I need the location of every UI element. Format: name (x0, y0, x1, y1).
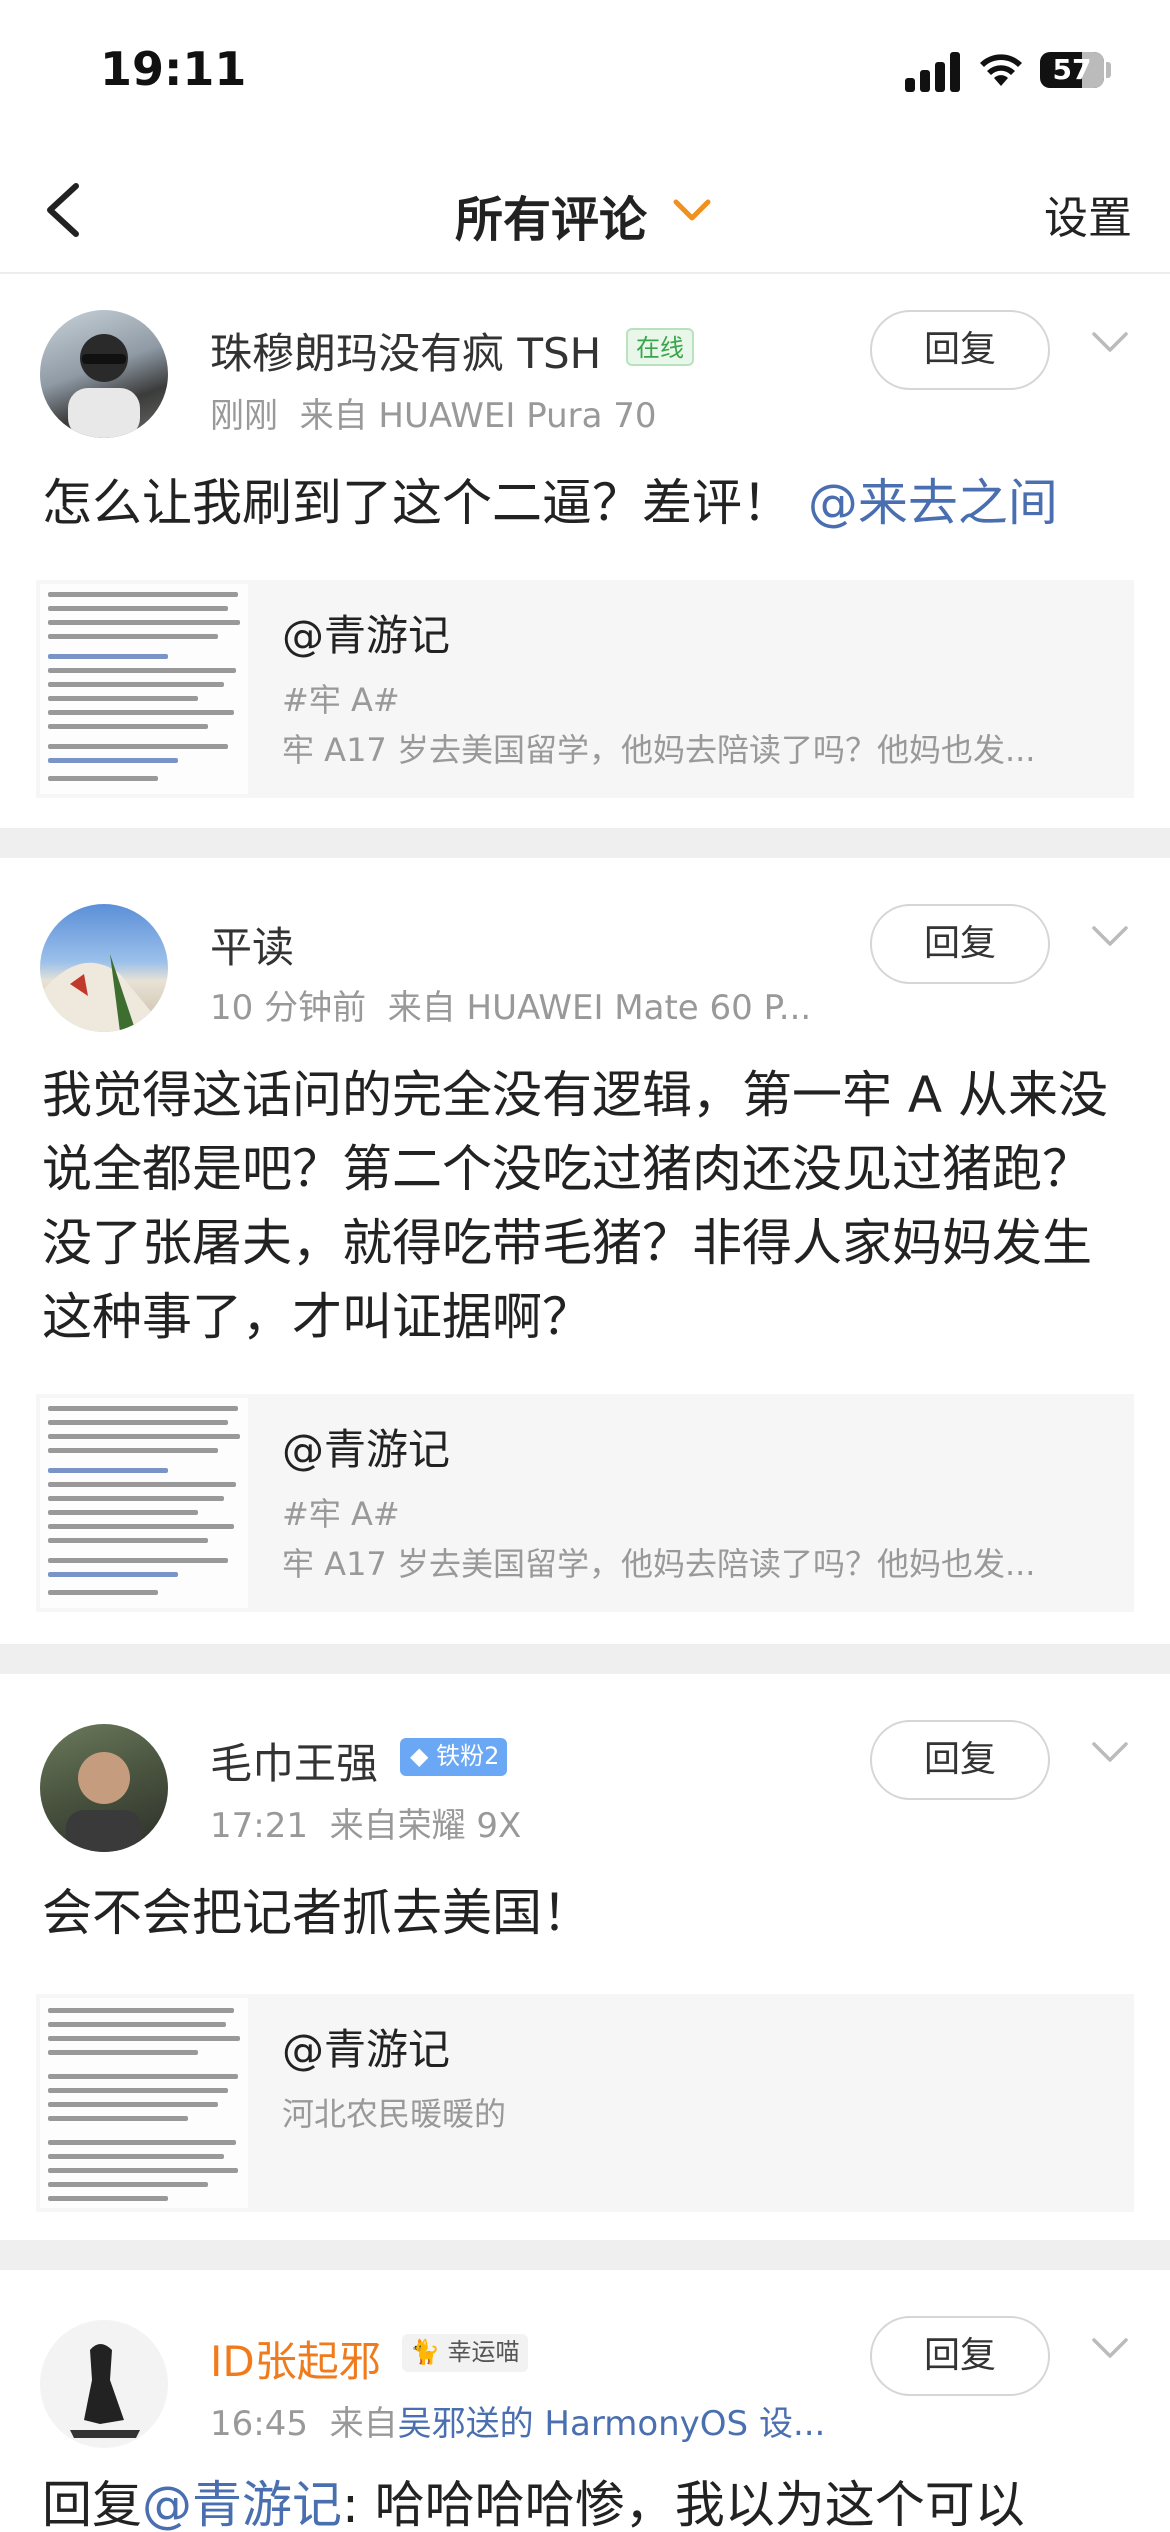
divider (0, 1644, 1170, 1674)
comment-text: 会不会把记者抓去美国！ (42, 1884, 592, 1942)
chevron-down-icon[interactable] (1090, 1738, 1130, 1768)
avatar[interactable] (40, 904, 168, 1032)
username[interactable]: ID张起邪 (210, 2328, 381, 2389)
nav-bar: 所有评论 设置 (0, 150, 1170, 274)
page-title[interactable]: 所有评论 (455, 180, 647, 250)
reply-button[interactable]: 回复 (870, 310, 1050, 390)
quoted-post-thumbnail (40, 1998, 248, 2208)
comment-item: 珠穆朗玛没有疯 TSH 在线 刚刚 来自 HUAWEI Pura 70 回复 怎… (0, 276, 1170, 828)
mention-link[interactable]: @青游记 (142, 2476, 342, 2532)
reply-prefix: 回复 (42, 2476, 142, 2532)
source-prefix: 来自 (329, 2404, 398, 2444)
quoted-text: 河北农民暖暖的 (282, 2095, 507, 2133)
quoted-hashtag: #牢 A# (282, 681, 400, 719)
chevron-down-icon[interactable] (1090, 328, 1130, 358)
settings-button[interactable]: 设置 (1044, 182, 1132, 246)
quoted-text: 牢 A17 岁去美国留学，他妈去陪读了吗？他妈也发... (282, 1545, 1036, 1583)
quoted-author: @青游记 (282, 1425, 451, 1474)
quoted-post[interactable]: @青游记 河北农民暖暖的 (36, 1994, 1134, 2212)
cellular-signal-icon (905, 52, 961, 92)
comment-meta: 17:21 来自荣耀 9X (210, 1798, 521, 1847)
comment-item: ID张起邪 🐈 幸运喵 16:45 来自吴邪送的 HarmonyOS 设... … (0, 2270, 1170, 2532)
comment-meta: 刚刚 来自 HUAWEI Pura 70 (210, 388, 657, 437)
fan-badge-label: 铁粉2 (436, 1742, 500, 1770)
divider (0, 828, 1170, 858)
comment-item: 毛巾王强 ◆ 铁粉2 17:21 来自荣耀 9X 回复 会不会把记者抓去美国！ … (0, 1674, 1170, 2240)
lucky-badge-label: 幸运喵 (447, 2338, 520, 2366)
quoted-hashtag: #牢 A# (282, 1495, 400, 1533)
battery-level: 57 (1052, 53, 1092, 86)
chevron-down-icon[interactable] (670, 190, 714, 230)
username[interactable]: 毛巾王强 (210, 1730, 378, 1791)
username[interactable]: 珠穆朗玛没有疯 TSH (210, 320, 601, 381)
quoted-post[interactable]: @青游记 #牢 A# 牢 A17 岁去美国留学，他妈去陪读了吗？他妈也发... (36, 580, 1134, 798)
comment-text: 回复@青游记: 哈哈哈哈惨，我以为这个可以 (42, 2468, 1132, 2532)
comment-body: 怎么让我刷到了这个二逼？差评！ (42, 474, 792, 532)
comment-source: 来自荣耀 9X (329, 1806, 522, 1846)
chevron-down-icon[interactable] (1090, 922, 1130, 952)
lucky-badge: 🐈 幸运喵 (402, 2334, 528, 2372)
quoted-author: @青游记 (282, 611, 451, 660)
status-badge: 在线 (626, 328, 694, 366)
comment-time: 10 分钟前 (210, 988, 367, 1028)
comment-source: 来自 HUAWEI Mate 60 P... (387, 988, 812, 1028)
quoted-post[interactable]: @青游记 #牢 A# 牢 A17 岁去美国留学，他妈去陪读了吗？他妈也发... (36, 1394, 1134, 1612)
comment-meta: 10 分钟前 来自 HUAWEI Mate 60 P... (210, 980, 811, 1029)
quoted-post-thumbnail (40, 584, 248, 794)
back-arrow-icon[interactable] (36, 180, 96, 240)
status-time: 19:11 (100, 42, 247, 96)
battery-tip (1106, 62, 1111, 78)
comment-meta: 16:45 来自吴邪送的 HarmonyOS 设... (210, 2396, 825, 2445)
status-bar: 19:11 57 (0, 0, 1170, 150)
quoted-text: 牢 A17 岁去美国留学，他妈去陪读了吗？他妈也发... (282, 731, 1036, 769)
comment-item: 平读 10 分钟前 来自 HUAWEI Mate 60 P... 回复 我觉得这… (0, 858, 1170, 1644)
comment-time: 16:45 (210, 2404, 308, 2444)
fan-badge: ◆ 铁粉2 (400, 1738, 508, 1776)
comment-body: : 哈哈哈哈惨，我以为这个可以 (342, 2476, 1025, 2532)
avatar[interactable] (40, 2320, 168, 2448)
battery-icon: 57 (1040, 52, 1104, 88)
divider (0, 2240, 1170, 2270)
reply-button[interactable]: 回复 (870, 2316, 1050, 2396)
mention-link[interactable]: @来去之间 (808, 474, 1058, 532)
reply-button[interactable]: 回复 (870, 904, 1050, 984)
comment-text: 怎么让我刷到了这个二逼？差评！ @来去之间 (42, 466, 1132, 540)
username[interactable]: 平读 (210, 914, 294, 975)
comment-source: 来自 HUAWEI Pura 70 (299, 396, 657, 436)
avatar[interactable] (40, 310, 168, 438)
quoted-author: @青游记 (282, 2025, 451, 2074)
comment-text: 我觉得这话问的完全没有逻辑，第一牢 A 从来没说全都是吧？第二个没吃过猪肉还没见… (42, 1066, 1108, 1346)
reply-button[interactable]: 回复 (870, 1720, 1050, 1800)
comment-time: 刚刚 (210, 396, 278, 436)
avatar[interactable] (40, 1724, 168, 1852)
comment-source[interactable]: 吴邪送的 HarmonyOS 设... (398, 2404, 826, 2444)
chevron-down-icon[interactable] (1090, 2334, 1130, 2364)
quoted-post-thumbnail (40, 1398, 248, 1608)
comment-time: 17:21 (210, 1806, 308, 1846)
wifi-icon (980, 54, 1022, 86)
